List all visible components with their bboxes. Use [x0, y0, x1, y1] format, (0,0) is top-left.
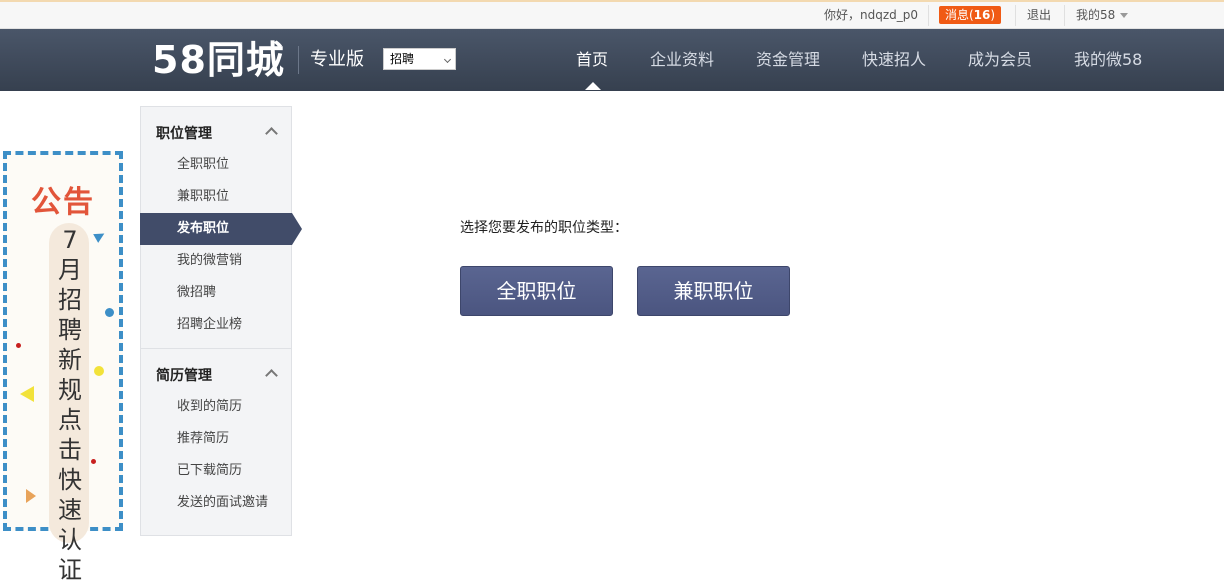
- nav-membership[interactable]: 成为会员: [968, 29, 1032, 91]
- decor-dot-icon: [105, 308, 114, 317]
- chevron-up-icon[interactable]: [265, 369, 278, 382]
- sidebar-item-parttime[interactable]: 兼职职位: [141, 181, 291, 213]
- sidebar-group-title-jobs[interactable]: 职位管理: [156, 123, 212, 143]
- divider: [298, 46, 299, 74]
- banner-title: 公告: [31, 185, 95, 220]
- logo[interactable]: 58同城: [152, 40, 285, 80]
- nav-my-wei58[interactable]: 我的微58: [1074, 29, 1142, 91]
- sidebar-item-employer-ranking[interactable]: 招聘企业榜: [141, 309, 291, 341]
- chevron-down-icon: [443, 55, 452, 64]
- main-navbar: 58同城 专业版 招聘 首页 企业资料 资金管理 快速招人 成为会员 我的微58: [0, 29, 1224, 91]
- decor-triangle-icon: [26, 489, 36, 503]
- nav-company-info[interactable]: 企业资料: [650, 29, 714, 91]
- nav-quick-hire[interactable]: 快速招人: [862, 29, 926, 91]
- decor-dot-icon: [91, 459, 96, 464]
- messages-label: 消息(: [944, 8, 974, 22]
- sidebar-item-micro-recruit[interactable]: 微招聘: [141, 277, 291, 309]
- chevron-up-icon[interactable]: [265, 127, 278, 140]
- nav-funds[interactable]: 资金管理: [756, 29, 820, 91]
- divider: [1015, 5, 1016, 26]
- sidebar-item-recommended-resumes[interactable]: 推荐简历: [141, 423, 291, 455]
- decor-triangle-icon: [93, 229, 107, 243]
- messages-button[interactable]: 消息(16): [939, 6, 1001, 24]
- greeting-text: 你好，ndqzd_p0: [824, 8, 919, 22]
- sidebar-item-micro-marketing[interactable]: 我的微营销: [141, 245, 291, 277]
- my58-label: 我的58: [1076, 8, 1116, 22]
- divider: [928, 5, 929, 26]
- decor-triangle-icon: [20, 386, 34, 402]
- edition-label: 专业版: [310, 49, 364, 70]
- messages-count: 16: [973, 8, 991, 22]
- category-select[interactable]: 招聘: [383, 48, 456, 70]
- banner-text: 7月招聘新规点击快速认证: [58, 226, 82, 584]
- messages-label-close: ): [990, 8, 996, 22]
- my58-menu[interactable]: 我的58: [1076, 2, 1129, 29]
- sidebar-item-received-resumes[interactable]: 收到的简历: [141, 391, 291, 423]
- category-select-value: 招聘: [390, 52, 415, 66]
- sidebar: 职位管理 全职职位 兼职职位 发布职位 我的微营销 微招聘 招聘企业榜 简历管理…: [140, 106, 302, 536]
- sidebar-item-post-job[interactable]: 发布职位: [140, 213, 302, 245]
- sidebar-group-title-resumes[interactable]: 简历管理: [156, 365, 212, 385]
- announcement-banner[interactable]: 公告 7月招聘新规点击快速认证: [3, 151, 123, 584]
- sidebar-item-downloaded-resumes[interactable]: 已下载简历: [141, 455, 291, 487]
- top-utility-bar: 你好，ndqzd_p0 消息(16) 退出 我的58: [0, 0, 1224, 29]
- fulltime-job-button[interactable]: 全职职位: [460, 266, 613, 316]
- sidebar-item-interview-invites[interactable]: 发送的面试邀请: [141, 487, 291, 519]
- divider: [141, 348, 291, 349]
- decor-dot-icon: [94, 366, 104, 376]
- parttime-job-button[interactable]: 兼职职位: [637, 266, 790, 316]
- sidebar-item-fulltime[interactable]: 全职职位: [141, 149, 291, 181]
- decor-dot-icon: [16, 343, 21, 348]
- active-nav-pointer: [585, 82, 601, 90]
- job-type-prompt: 选择您要发布的职位类型：: [460, 220, 628, 236]
- chevron-down-icon: [1120, 13, 1129, 18]
- logout-link[interactable]: 退出: [1027, 2, 1051, 29]
- divider: [1064, 5, 1065, 26]
